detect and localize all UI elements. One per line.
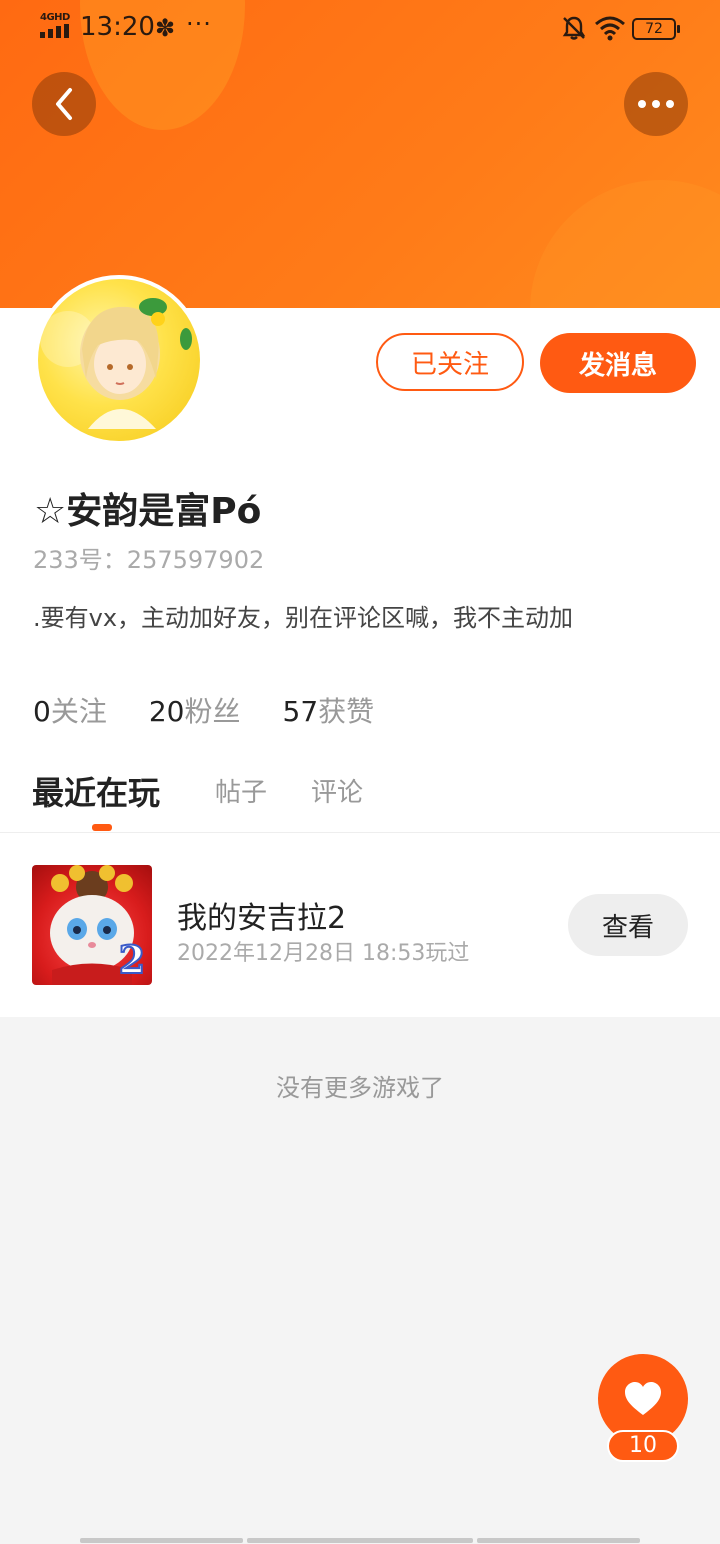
more-dots-icon — [666, 100, 674, 108]
game-played-time: 2022年12月28日 18:53玩过 — [177, 941, 470, 966]
avatar-image — [38, 279, 200, 441]
heart-icon — [625, 1382, 661, 1415]
user-nickname: ☆安韵是富Pó — [34, 491, 262, 532]
battery-indicator: 72 — [632, 18, 680, 40]
bell-muted-icon — [562, 16, 586, 40]
active-tab-indicator — [92, 824, 112, 831]
user-stats: 0关注 20粉丝 57获赞 — [33, 690, 416, 730]
chevron-left-icon — [56, 88, 72, 120]
tab-posts[interactable]: 帖子 — [215, 772, 267, 809]
followed-button[interactable]: 已关注 — [376, 333, 524, 391]
stat-likes[interactable]: 57获赞 — [283, 690, 375, 730]
more-dots-icon — [652, 100, 660, 108]
home-indicator — [477, 1538, 640, 1543]
game-list-item[interactable]: 2 我的安吉拉2 2022年12月28日 18:53玩过 查看 — [0, 833, 720, 1017]
tab-recently-played[interactable]: 最近在玩 — [32, 768, 160, 814]
back-button[interactable] — [32, 72, 96, 136]
header-decoration — [530, 180, 720, 308]
profile-tabs: 最近在玩 帖子 评论 — [0, 768, 720, 832]
status-bar: 4GHD 13:20 ✽ ··· 72 — [0, 0, 720, 56]
stat-label: 获赞 — [318, 695, 375, 728]
signal-icon — [40, 24, 72, 38]
more-dots-icon — [638, 100, 646, 108]
view-game-button[interactable]: 查看 — [568, 894, 688, 956]
avatar-illustration — [40, 298, 192, 429]
wifi-icon — [595, 16, 625, 41]
home-indicator — [80, 1538, 243, 1543]
app-notification-icon: ✽ — [155, 14, 176, 42]
user-id: 233号：257597902 — [33, 546, 265, 574]
game-badge-number: 2 — [119, 937, 145, 982]
clock: 13:20 — [80, 12, 155, 42]
more-notifications-icon: ··· — [186, 10, 212, 38]
stat-number: 20 — [148, 695, 185, 728]
game-icon-art: 2 — [50, 865, 146, 985]
game-name: 我的安吉拉2 — [177, 901, 347, 936]
tab-comments[interactable]: 评论 — [311, 772, 363, 809]
no-more-games-text: 没有更多游戏了 — [276, 1074, 444, 1102]
network-type: 4GHD — [40, 12, 70, 23]
home-indicator — [247, 1538, 473, 1543]
game-icon: 2 — [32, 865, 152, 985]
stat-followers[interactable]: 20粉丝 — [149, 690, 241, 730]
stat-label: 关注 — [50, 695, 107, 728]
stat-number: 0 — [33, 695, 51, 728]
stat-following[interactable]: 0关注 — [33, 690, 107, 730]
user-bio: .要有vx，主动加好友，别在评论区喊，我不主动加 — [33, 604, 574, 632]
more-options-button[interactable] — [624, 72, 688, 136]
stat-number: 57 — [282, 695, 319, 728]
like-count-badge: 10 — [607, 1430, 679, 1462]
stat-label: 粉丝 — [184, 695, 241, 728]
send-message-button[interactable]: 发消息 — [540, 333, 696, 393]
avatar[interactable] — [34, 275, 204, 445]
